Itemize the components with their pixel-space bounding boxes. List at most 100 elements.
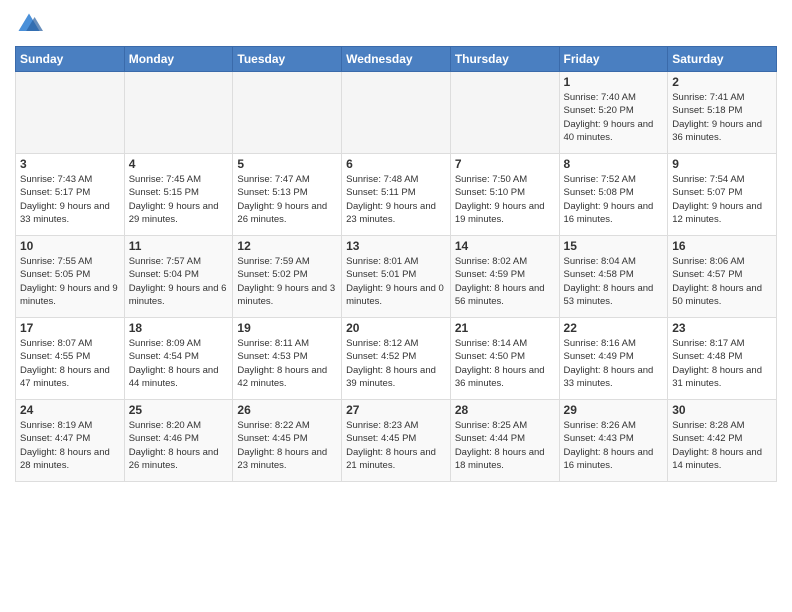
day-info: Sunrise: 7:43 AM Sunset: 5:17 PM Dayligh… <box>20 173 120 226</box>
day-number: 8 <box>564 157 664 171</box>
day-info: Sunrise: 7:40 AM Sunset: 5:20 PM Dayligh… <box>564 91 664 144</box>
day-number: 23 <box>672 321 772 335</box>
calendar-cell: 19 Sunrise: 8:11 AM Sunset: 4:53 PM Dayli… <box>233 318 342 400</box>
calendar-cell: 8 Sunrise: 7:52 AM Sunset: 5:08 PM Daylig… <box>559 154 668 236</box>
calendar-cell: 27 Sunrise: 8:23 AM Sunset: 4:45 PM Dayli… <box>342 400 451 482</box>
day-info: Sunrise: 7:47 AM Sunset: 5:13 PM Dayligh… <box>237 173 337 226</box>
calendar-cell: 2 Sunrise: 7:41 AM Sunset: 5:18 PM Daylig… <box>668 72 777 154</box>
day-info: Sunrise: 7:57 AM Sunset: 5:04 PM Dayligh… <box>129 255 229 308</box>
day-info: Sunrise: 8:09 AM Sunset: 4:54 PM Dayligh… <box>129 337 229 390</box>
day-info: Sunrise: 8:14 AM Sunset: 4:50 PM Dayligh… <box>455 337 555 390</box>
day-number: 7 <box>455 157 555 171</box>
calendar-cell: 6 Sunrise: 7:48 AM Sunset: 5:11 PM Daylig… <box>342 154 451 236</box>
calendar-week-5: 24 Sunrise: 8:19 AM Sunset: 4:47 PM Dayli… <box>16 400 777 482</box>
day-info: Sunrise: 8:20 AM Sunset: 4:46 PM Dayligh… <box>129 419 229 472</box>
day-info: Sunrise: 8:25 AM Sunset: 4:44 PM Dayligh… <box>455 419 555 472</box>
day-info: Sunrise: 7:48 AM Sunset: 5:11 PM Dayligh… <box>346 173 446 226</box>
calendar: SundayMondayTuesdayWednesdayThursdayFrid… <box>15 46 777 482</box>
calendar-cell: 3 Sunrise: 7:43 AM Sunset: 5:17 PM Daylig… <box>16 154 125 236</box>
day-number: 19 <box>237 321 337 335</box>
day-number: 20 <box>346 321 446 335</box>
day-number: 16 <box>672 239 772 253</box>
day-info: Sunrise: 8:22 AM Sunset: 4:45 PM Dayligh… <box>237 419 337 472</box>
calendar-week-4: 17 Sunrise: 8:07 AM Sunset: 4:55 PM Dayli… <box>16 318 777 400</box>
calendar-cell: 14 Sunrise: 8:02 AM Sunset: 4:59 PM Dayli… <box>450 236 559 318</box>
calendar-cell: 10 Sunrise: 7:55 AM Sunset: 5:05 PM Dayli… <box>16 236 125 318</box>
day-info: Sunrise: 8:02 AM Sunset: 4:59 PM Dayligh… <box>455 255 555 308</box>
day-info: Sunrise: 8:04 AM Sunset: 4:58 PM Dayligh… <box>564 255 664 308</box>
day-number: 30 <box>672 403 772 417</box>
day-number: 11 <box>129 239 229 253</box>
day-number: 10 <box>20 239 120 253</box>
day-info: Sunrise: 8:07 AM Sunset: 4:55 PM Dayligh… <box>20 337 120 390</box>
logo-icon <box>15 10 43 38</box>
calendar-week-2: 3 Sunrise: 7:43 AM Sunset: 5:17 PM Daylig… <box>16 154 777 236</box>
day-number: 13 <box>346 239 446 253</box>
calendar-cell: 25 Sunrise: 8:20 AM Sunset: 4:46 PM Dayli… <box>124 400 233 482</box>
calendar-cell <box>450 72 559 154</box>
calendar-cell: 20 Sunrise: 8:12 AM Sunset: 4:52 PM Dayli… <box>342 318 451 400</box>
calendar-cell: 9 Sunrise: 7:54 AM Sunset: 5:07 PM Daylig… <box>668 154 777 236</box>
day-number: 28 <box>455 403 555 417</box>
calendar-cell: 18 Sunrise: 8:09 AM Sunset: 4:54 PM Dayli… <box>124 318 233 400</box>
header <box>15 10 777 38</box>
calendar-week-1: 1 Sunrise: 7:40 AM Sunset: 5:20 PM Daylig… <box>16 72 777 154</box>
calendar-cell: 1 Sunrise: 7:40 AM Sunset: 5:20 PM Daylig… <box>559 72 668 154</box>
weekday-header-row: SundayMondayTuesdayWednesdayThursdayFrid… <box>16 47 777 72</box>
calendar-cell: 12Sunrise: 7:59 AM Sunset: 5:02 PM Dayli… <box>233 236 342 318</box>
logo <box>15 10 47 38</box>
day-number: 9 <box>672 157 772 171</box>
day-number: 3 <box>20 157 120 171</box>
weekday-header-thursday: Thursday <box>450 47 559 72</box>
day-number: 2 <box>672 75 772 89</box>
calendar-cell: 30 Sunrise: 8:28 AM Sunset: 4:42 PM Dayli… <box>668 400 777 482</box>
day-number: 1 <box>564 75 664 89</box>
calendar-cell: 15 Sunrise: 8:04 AM Sunset: 4:58 PM Dayli… <box>559 236 668 318</box>
day-number: 15 <box>564 239 664 253</box>
weekday-header-wednesday: Wednesday <box>342 47 451 72</box>
day-number: 14 <box>455 239 555 253</box>
weekday-header-tuesday: Tuesday <box>233 47 342 72</box>
day-number: 25 <box>129 403 229 417</box>
day-number: 24 <box>20 403 120 417</box>
day-number: 18 <box>129 321 229 335</box>
day-info: Sunrise: 8:28 AM Sunset: 4:42 PM Dayligh… <box>672 419 772 472</box>
day-number: 6 <box>346 157 446 171</box>
day-info: Sunrise: 8:01 AM Sunset: 5:01 PM Dayligh… <box>346 255 446 308</box>
day-info: Sunrise: 8:06 AM Sunset: 4:57 PM Dayligh… <box>672 255 772 308</box>
day-info: Sunrise: 7:52 AM Sunset: 5:08 PM Dayligh… <box>564 173 664 226</box>
day-info: Sunrise: 8:19 AM Sunset: 4:47 PM Dayligh… <box>20 419 120 472</box>
day-info: Sunrise: 7:50 AM Sunset: 5:10 PM Dayligh… <box>455 173 555 226</box>
calendar-cell: 21 Sunrise: 8:14 AM Sunset: 4:50 PM Dayli… <box>450 318 559 400</box>
day-info: Sunrise: 8:11 AM Sunset: 4:53 PM Dayligh… <box>237 337 337 390</box>
day-number: 22 <box>564 321 664 335</box>
day-info: Sunrise: 7:54 AM Sunset: 5:07 PM Dayligh… <box>672 173 772 226</box>
calendar-cell: 22Sunrise: 8:16 AM Sunset: 4:49 PM Dayli… <box>559 318 668 400</box>
calendar-week-3: 10 Sunrise: 7:55 AM Sunset: 5:05 PM Dayli… <box>16 236 777 318</box>
day-info: Sunrise: 8:23 AM Sunset: 4:45 PM Dayligh… <box>346 419 446 472</box>
page: SundayMondayTuesdayWednesdayThursdayFrid… <box>0 0 792 612</box>
calendar-cell: 5 Sunrise: 7:47 AM Sunset: 5:13 PM Daylig… <box>233 154 342 236</box>
calendar-cell: 24 Sunrise: 8:19 AM Sunset: 4:47 PM Dayli… <box>16 400 125 482</box>
day-number: 21 <box>455 321 555 335</box>
calendar-cell <box>233 72 342 154</box>
calendar-cell: 28 Sunrise: 8:25 AM Sunset: 4:44 PM Dayli… <box>450 400 559 482</box>
day-number: 5 <box>237 157 337 171</box>
day-number: 4 <box>129 157 229 171</box>
day-number: 29 <box>564 403 664 417</box>
calendar-cell: 4 Sunrise: 7:45 AM Sunset: 5:15 PM Daylig… <box>124 154 233 236</box>
day-info: Sunrise: 7:55 AM Sunset: 5:05 PM Dayligh… <box>20 255 120 308</box>
day-number: 26 <box>237 403 337 417</box>
day-number: 17 <box>20 321 120 335</box>
calendar-cell: 23Sunrise: 8:17 AM Sunset: 4:48 PM Dayli… <box>668 318 777 400</box>
calendar-cell: 17 Sunrise: 8:07 AM Sunset: 4:55 PM Dayli… <box>16 318 125 400</box>
weekday-header-friday: Friday <box>559 47 668 72</box>
day-info: Sunrise: 7:45 AM Sunset: 5:15 PM Dayligh… <box>129 173 229 226</box>
calendar-cell <box>124 72 233 154</box>
day-info: Sunrise: 7:41 AM Sunset: 5:18 PM Dayligh… <box>672 91 772 144</box>
calendar-cell: 7 Sunrise: 7:50 AM Sunset: 5:10 PM Daylig… <box>450 154 559 236</box>
day-info: Sunrise: 8:12 AM Sunset: 4:52 PM Dayligh… <box>346 337 446 390</box>
weekday-header-sunday: Sunday <box>16 47 125 72</box>
calendar-cell <box>16 72 125 154</box>
day-number: 27 <box>346 403 446 417</box>
